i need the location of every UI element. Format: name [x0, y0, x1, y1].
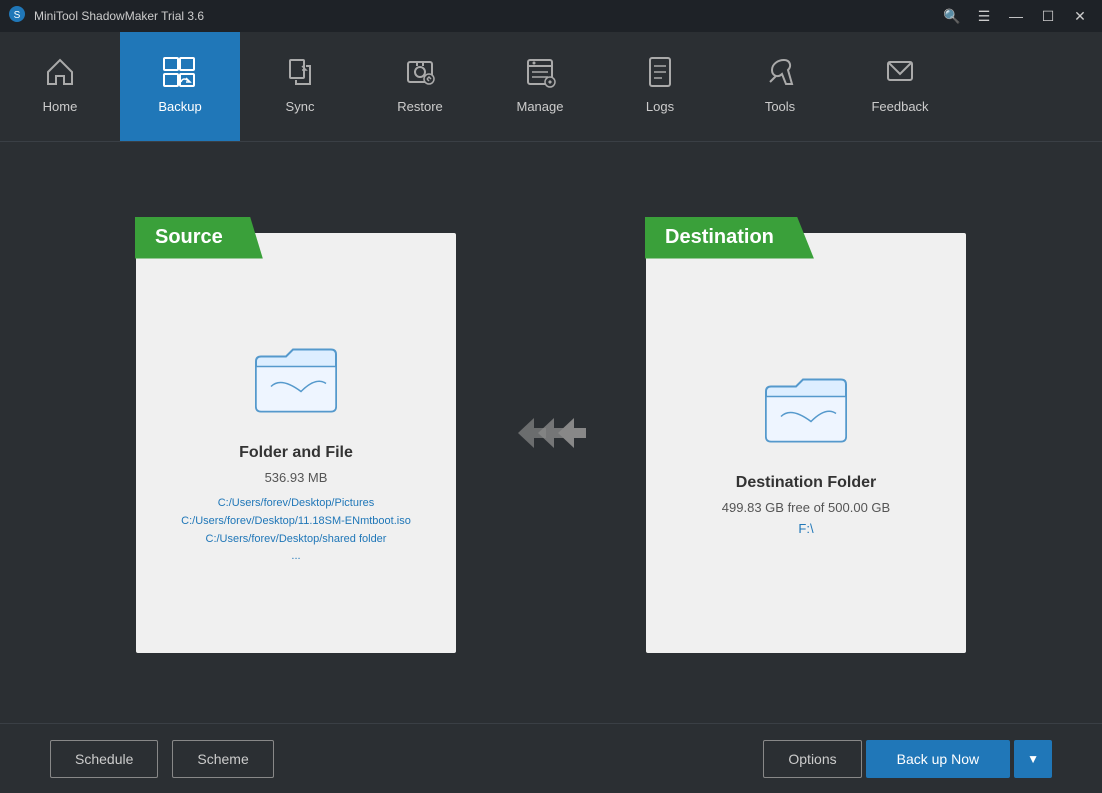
scheme-button[interactable]: Scheme: [172, 740, 273, 778]
nav-home[interactable]: Home: [0, 32, 120, 141]
close-button[interactable]: ✕: [1066, 5, 1094, 27]
title-bar: S MiniTool ShadowMaker Trial 3.6 🔍 ☰ — ☐…: [0, 0, 1102, 32]
bottom-left-buttons: Schedule Scheme: [50, 740, 274, 778]
source-card[interactable]: Source Folder and File 536.93 MB C:/User…: [136, 233, 456, 653]
search-button[interactable]: 🔍: [938, 5, 966, 27]
source-path-ellipsis: ...: [181, 548, 411, 566]
logs-icon: [644, 56, 676, 93]
nav-logs-label: Logs: [646, 99, 674, 114]
bottom-right-buttons: Options Back up Now ▼: [763, 740, 1052, 778]
nav-logs[interactable]: Logs: [600, 32, 720, 141]
destination-title: Destination Folder: [736, 474, 876, 492]
manage-icon: [524, 56, 556, 93]
backup-icon: [162, 56, 198, 93]
destination-free: 499.83 GB free of 500.00 GB: [722, 500, 890, 515]
tools-icon: [764, 56, 796, 93]
source-path-1: C:/Users/forev/Desktop/Pictures: [181, 495, 411, 513]
nav-backup[interactable]: Backup: [120, 32, 240, 141]
svg-text:S: S: [14, 10, 21, 21]
app-logo: S: [8, 5, 26, 28]
sync-icon: [284, 56, 316, 93]
source-body: Folder and File 536.93 MB C:/Users/forev…: [136, 233, 456, 653]
maximize-button[interactable]: ☐: [1034, 5, 1062, 27]
schedule-button[interactable]: Schedule: [50, 740, 158, 778]
options-button[interactable]: Options: [763, 740, 861, 778]
home-icon: [44, 56, 76, 93]
source-size: 536.93 MB: [265, 470, 328, 485]
restore-icon: [404, 56, 436, 93]
destination-folder-icon: [761, 369, 851, 454]
nav-restore[interactable]: Restore: [360, 32, 480, 141]
nav-tools[interactable]: Tools: [720, 32, 840, 141]
backup-now-button[interactable]: Back up Now: [866, 740, 1010, 778]
nav-home-label: Home: [43, 99, 78, 114]
source-folder-icon: [251, 339, 341, 424]
source-path-2: C:/Users/forev/Desktop/11.18SM-ENmtboot.…: [181, 513, 411, 531]
nav-feedback-label: Feedback: [871, 99, 928, 114]
destination-body: Destination Folder 499.83 GB free of 500…: [646, 233, 966, 653]
nav-tools-label: Tools: [765, 99, 795, 114]
nav-feedback[interactable]: Feedback: [840, 32, 960, 141]
nav-sync[interactable]: Sync: [240, 32, 360, 141]
arrow-container: [516, 408, 586, 458]
nav-backup-label: Backup: [158, 99, 201, 114]
app-title: MiniTool ShadowMaker Trial 3.6: [34, 9, 204, 23]
menu-button[interactable]: ☰: [970, 5, 998, 27]
window-controls: 🔍 ☰ — ☐ ✕: [938, 5, 1094, 27]
nav-manage-label: Manage: [517, 99, 564, 114]
destination-header: Destination: [645, 217, 814, 259]
source-title: Folder and File: [239, 444, 353, 462]
source-header: Source: [135, 217, 263, 259]
destination-drive: F:\: [798, 521, 813, 536]
minimize-button[interactable]: —: [1002, 5, 1030, 27]
nav-restore-label: Restore: [397, 99, 443, 114]
title-bar-left: S MiniTool ShadowMaker Trial 3.6: [8, 5, 204, 28]
nav-bar: Home Backup Sync: [0, 32, 1102, 142]
nav-manage[interactable]: Manage: [480, 32, 600, 141]
backup-now-dropdown[interactable]: ▼: [1014, 740, 1052, 778]
main-content: Source Folder and File 536.93 MB C:/User…: [0, 142, 1102, 723]
destination-card[interactable]: Destination Destination Folder 499.83 GB…: [646, 233, 966, 653]
source-path-3: C:/Users/forev/Desktop/shared folder: [181, 531, 411, 549]
feedback-icon: [884, 56, 916, 93]
nav-sync-label: Sync: [286, 99, 315, 114]
bottom-bar: Schedule Scheme Options Back up Now ▼: [0, 723, 1102, 793]
source-paths: C:/Users/forev/Desktop/Pictures C:/Users…: [181, 495, 411, 565]
